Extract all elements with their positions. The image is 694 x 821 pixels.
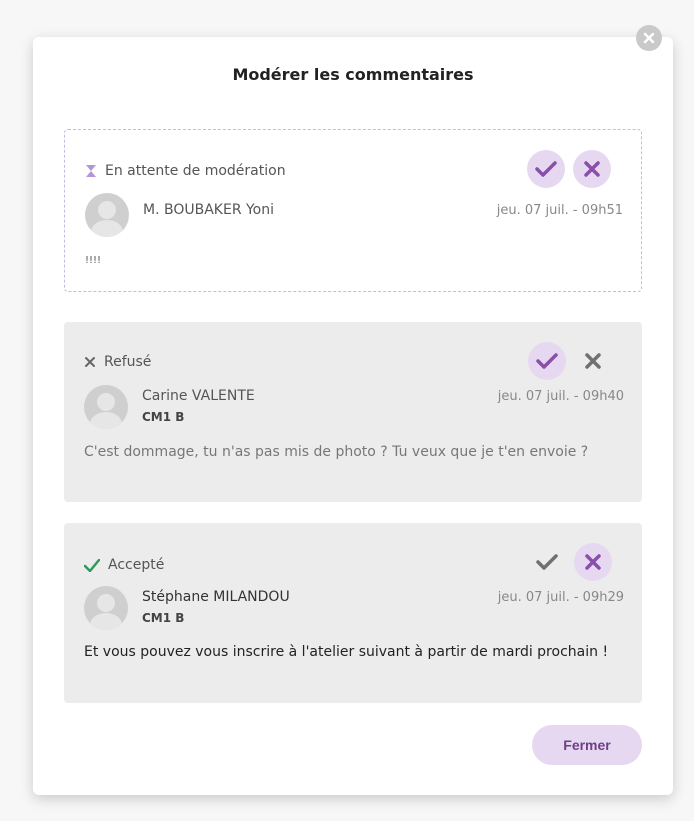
comment-card-accepted: Accepté Stéphane MILANDOU CM1 B jeu. 07 … xyxy=(64,523,642,703)
modal-title: Modérer les commentaires xyxy=(232,65,474,84)
comment-message: !!!! xyxy=(85,255,102,266)
comment-date: jeu. 07 juil. - 09h51 xyxy=(496,203,623,218)
approve-button[interactable] xyxy=(528,543,566,581)
close-icon xyxy=(643,32,655,44)
close-circle-button[interactable] xyxy=(636,25,662,51)
x-icon xyxy=(585,353,601,369)
comment-class: CM1 B xyxy=(142,410,185,424)
moderation-actions xyxy=(528,342,612,380)
reject-button[interactable] xyxy=(574,342,612,380)
approve-button[interactable] xyxy=(527,150,565,188)
comment-message: Et vous pouvez vous inscrire à l'atelier… xyxy=(84,644,609,660)
comment-message: C'est dommage, tu n'as pas mis de photo … xyxy=(84,444,589,460)
x-icon xyxy=(585,554,601,570)
x-icon xyxy=(584,161,600,177)
status-label: Accepté xyxy=(108,557,165,573)
comment-author: Carine VALENTE xyxy=(142,388,255,404)
comment-class: CM1 B xyxy=(142,611,185,625)
moderation-modal: Modérer les commentaires En attente de m… xyxy=(33,37,673,795)
avatar xyxy=(84,586,128,630)
comment-status: En attente de modération xyxy=(85,163,286,179)
reject-button[interactable] xyxy=(574,543,612,581)
close-button[interactable]: Fermer xyxy=(532,725,642,765)
status-label: Refusé xyxy=(104,354,152,370)
moderation-actions xyxy=(528,543,612,581)
comment-card-refused: Refusé Carine VALENTE CM1 B jeu. 07 juil… xyxy=(64,322,642,502)
comment-status: Refusé xyxy=(84,354,151,370)
comment-date: jeu. 07 juil. - 09h29 xyxy=(497,590,624,605)
approve-button[interactable] xyxy=(528,342,566,380)
comment-status: Accepté xyxy=(84,557,164,573)
avatar xyxy=(84,385,128,429)
hourglass-icon xyxy=(85,164,97,178)
comment-date: jeu. 07 juil. - 09h40 xyxy=(497,389,624,404)
check-icon xyxy=(536,554,558,570)
check-icon xyxy=(536,353,558,369)
status-label: En attente de modération xyxy=(105,163,286,179)
avatar xyxy=(85,193,129,237)
moderation-actions xyxy=(527,150,611,188)
comment-author: M. BOUBAKER Yoni xyxy=(143,202,275,218)
comment-card-pending: En attente de modération M. BOUBAKER Yon… xyxy=(64,129,642,292)
reject-button[interactable] xyxy=(573,150,611,188)
check-icon xyxy=(535,161,557,177)
comment-author: Stéphane MILANDOU xyxy=(142,589,290,605)
cross-icon xyxy=(84,356,96,368)
checkmark-icon xyxy=(84,558,100,572)
